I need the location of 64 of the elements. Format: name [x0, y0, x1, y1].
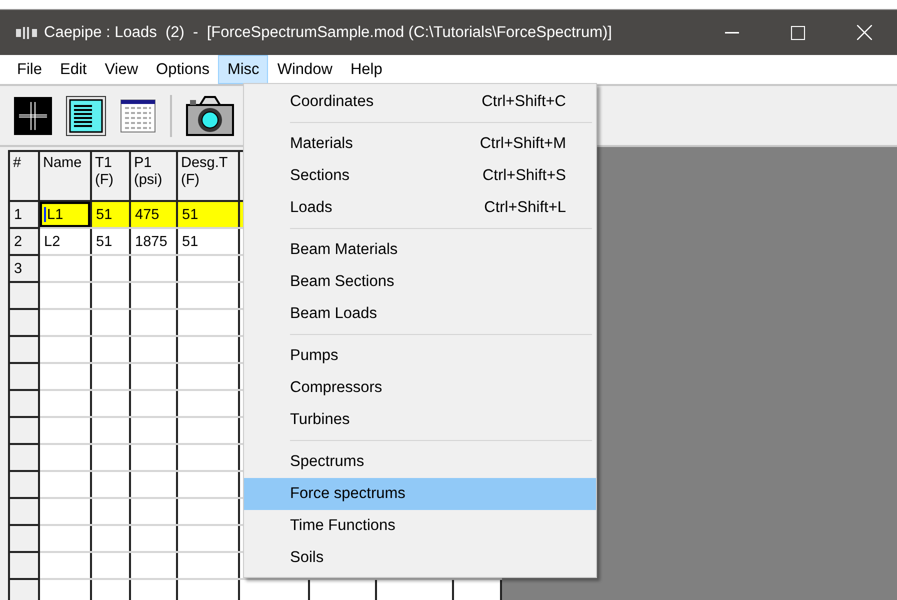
menu-entry[interactable]: Pumps — [244, 340, 596, 372]
column-header: T1 (F) — [91, 151, 130, 201]
column-header: P1 (psi) — [130, 151, 177, 201]
menu-entry[interactable]: Sections Ctrl+Shift+S — [244, 160, 596, 192]
column-header: Desg.T (F) — [177, 151, 239, 201]
row-number: 1 — [9, 201, 39, 228]
minimize-icon[interactable] — [725, 32, 739, 34]
menu-entry[interactable]: Beam Sections — [244, 266, 596, 298]
table-cell: L1 — [39, 201, 91, 228]
menu-entry[interactable]: Beam Loads — [244, 298, 596, 330]
document-icon[interactable] — [66, 96, 106, 136]
menu-entry[interactable]: Materials Ctrl+Shift+M — [244, 128, 596, 160]
menu-entry-label: Coordinates — [290, 93, 374, 111]
row-number: 3 — [9, 255, 39, 282]
menu-item[interactable]: Options — [147, 55, 218, 84]
menu-entry-label: Loads — [290, 199, 332, 217]
menu-entry-label: Materials — [290, 135, 353, 153]
menu-entry-label: Force spectrums — [290, 485, 406, 503]
menu-item[interactable]: File — [8, 55, 51, 84]
crosshair-icon[interactable] — [14, 96, 52, 134]
menu-entry[interactable]: Force spectrums — [244, 478, 596, 510]
menu-entry-label: Beam Sections — [290, 273, 394, 291]
menu-entry[interactable]: Loads Ctrl+Shift+L — [244, 192, 596, 224]
menu-entry-label: Time Functions — [290, 517, 396, 535]
maximize-icon[interactable] — [791, 26, 805, 40]
menu-item[interactable]: Window — [268, 55, 342, 84]
table-cell: 51 — [177, 228, 239, 255]
menu-entry[interactable]: Beam Materials — [244, 234, 596, 266]
menu-entry-label: Spectrums — [290, 453, 364, 471]
menu-item[interactable]: View — [96, 55, 148, 84]
table-icon[interactable] — [120, 98, 156, 134]
shortcut-label: Ctrl+Shift+L — [484, 199, 566, 217]
menu-entry-label: Beam Materials — [290, 241, 398, 259]
menu-item[interactable]: Help — [341, 55, 392, 84]
menu-item[interactable]: Edit — [50, 55, 96, 84]
shortcut-label: Ctrl+Shift+M — [480, 135, 566, 153]
table-cell: 51 — [91, 201, 130, 228]
column-header: # — [9, 151, 39, 201]
menu-entry-label: Turbines — [290, 411, 350, 429]
table-cell: 475 — [130, 201, 177, 228]
table-cell: L2 — [39, 228, 91, 255]
table-cell: 51 — [177, 201, 239, 228]
menu-entry-label: Beam Loads — [290, 305, 378, 323]
table-cell: 51 — [91, 228, 130, 255]
window-title: Caepipe : Loads (2) - [ForceSpectrumSample.mod (C:\Tutorials\ForceSpectrum)] — [44, 24, 613, 42]
table-cell: 1875 — [130, 228, 177, 255]
menu-entry-label: Sections — [290, 167, 350, 185]
column-header: Name — [39, 151, 91, 201]
menu-entry[interactable]: Turbines — [244, 404, 596, 436]
shortcut-label: Ctrl+Shift+C — [482, 93, 566, 111]
app-icon — [16, 26, 38, 38]
menu-entry[interactable]: Coordinates Ctrl+Shift+C — [244, 86, 596, 118]
row-number: 2 — [9, 228, 39, 255]
camera-icon[interactable] — [186, 94, 234, 136]
menu-entry[interactable]: Time Functions — [244, 510, 596, 542]
shortcut-label: Ctrl+Shift+S — [482, 167, 566, 185]
menu-entry[interactable]: Soils — [244, 542, 596, 574]
menu-entry-label: Pumps — [290, 347, 338, 365]
menu-item[interactable]: Misc — [218, 55, 268, 84]
menu-entry[interactable]: Compressors — [244, 372, 596, 404]
menu-entry-label: Compressors — [290, 379, 382, 397]
menu-entry-label: Soils — [290, 549, 324, 567]
menu-entry[interactable]: Spectrums — [244, 446, 596, 478]
close-icon[interactable] — [856, 25, 872, 40]
